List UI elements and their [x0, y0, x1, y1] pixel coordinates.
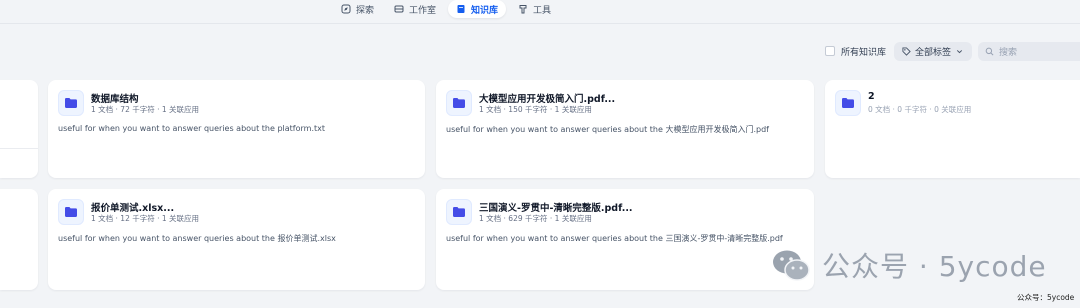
- studio-icon: [394, 5, 404, 13]
- search-placeholder: 搜索: [999, 47, 1018, 58]
- search-input[interactable]: 搜索: [978, 41, 1080, 61]
- checkbox-label: 所有知识库: [840, 47, 886, 58]
- filter-bar: 所有知识库 全部标签 搜索: [824, 41, 1080, 61]
- chevron-down-icon: [956, 49, 963, 53]
- tag-select-label: 全部标签: [914, 47, 951, 58]
- nav-item-tools[interactable]: 工具: [510, 0, 559, 18]
- nav-item-label: 工具: [533, 5, 552, 16]
- main-nav: 探索 工作室 知识库 工具: [333, 0, 559, 18]
- card-meta: 1 文档 · 150 千字符 · 1 关联应用: [479, 105, 592, 114]
- create-knowledge-card[interactable]: [0, 80, 38, 178]
- card-meta: 1 文档 · 72 千字符 · 1 关联应用: [91, 105, 200, 114]
- nav-item-knowledge[interactable]: 知识库: [448, 0, 507, 18]
- card-description: useful for when you want to answer queri…: [58, 124, 326, 133]
- card-title: 数据库结构: [91, 94, 139, 105]
- knowledge-card[interactable]: 大模型应用开发极简入门.pdf... 1 文档 · 150 千字符 · 1 关联…: [436, 80, 814, 178]
- folder-icon: [835, 90, 861, 116]
- card-meta: 0 文档 · 0 千字符 · 0 关联应用: [868, 105, 972, 114]
- checkbox-box[interactable]: [824, 46, 835, 56]
- tool-icon: [519, 5, 527, 14]
- card-description: useful for when you want to answer queri…: [58, 234, 336, 243]
- card-description: useful for when you want to answer queri…: [446, 125, 769, 134]
- nav-item-explore[interactable]: 探索: [333, 0, 382, 18]
- divider: [0, 148, 38, 149]
- nav-item-label: 知识库: [471, 5, 499, 16]
- all-knowledge-checkbox[interactable]: 所有知识库: [824, 45, 886, 58]
- wechat-logo-icon: [773, 250, 810, 281]
- folder-icon: [58, 199, 84, 225]
- folder-icon: [446, 199, 472, 225]
- card-description: useful for when you want to answer queri…: [446, 234, 783, 243]
- knowledge-card[interactable]: 2 0 文档 · 0 千字符 · 0 关联应用: [825, 80, 1080, 178]
- folder-icon: [58, 90, 84, 116]
- watermark: 公众号 · 5ycode: [770, 244, 1047, 286]
- knowledge-card[interactable]: 报价单测试.xlsx... 1 文档 · 12 千字符 · 1 关联应用 use…: [48, 189, 425, 290]
- tag-select[interactable]: 全部标签: [893, 41, 972, 61]
- watermark-credit: 公众号：5ycode: [1017, 293, 1075, 302]
- card-title: 2: [868, 91, 875, 102]
- nav-item-label: 探索: [356, 5, 375, 16]
- knowledge-card[interactable]: 数据库结构 1 文档 · 72 千字符 · 1 关联应用 useful for …: [48, 80, 425, 178]
- knowledge-card-partial[interactable]: [0, 189, 38, 290]
- search-icon: [985, 47, 994, 55]
- book-icon: [457, 5, 465, 13]
- nav-item-studio[interactable]: 工作室: [386, 0, 444, 18]
- tag-icon: [902, 46, 911, 56]
- card-meta: 1 文档 · 629 千字符 · 1 关联应用: [479, 214, 592, 223]
- card-title: 大模型应用开发极简入门.pdf...: [479, 94, 616, 105]
- card-title: 报价单测试.xlsx...: [91, 203, 175, 214]
- folder-icon: [446, 90, 472, 116]
- nav-item-label: 工作室: [409, 5, 437, 16]
- top-nav-bar: 探索 工作室 知识库 工具: [0, 0, 1080, 24]
- card-meta: 1 文档 · 12 千字符 · 1 关联应用: [91, 214, 200, 223]
- compass-icon: [341, 4, 351, 14]
- card-title: 三国演义-罗贯中-清晰完整版.pdf...: [479, 203, 633, 214]
- knowledge-card[interactable]: 三国演义-罗贯中-清晰完整版.pdf... 1 文档 · 629 千字符 · 1…: [436, 189, 814, 290]
- watermark-text: 公众号 · 5ycode: [822, 250, 1047, 283]
